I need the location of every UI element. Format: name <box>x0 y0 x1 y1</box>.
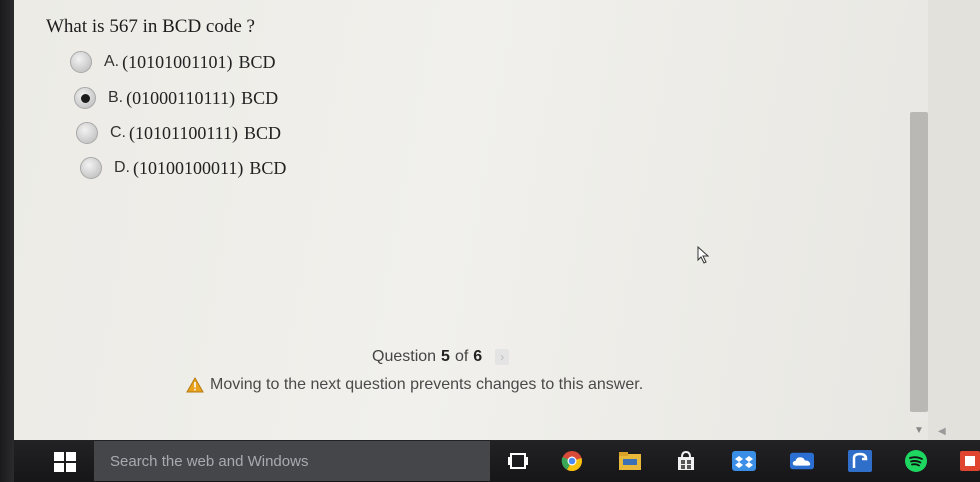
option-a-unit: BCD <box>238 51 276 72</box>
dropbox-icon[interactable] <box>732 450 756 472</box>
app-icon[interactable] <box>848 450 872 472</box>
right-panel <box>928 0 980 440</box>
option-c-radio[interactable] <box>76 122 98 144</box>
screen: What is 567 in BCD code ? A. (1010100110… <box>14 0 980 440</box>
search-input[interactable] <box>108 451 472 471</box>
chrome-icon[interactable] <box>560 450 584 472</box>
progress-of: of <box>454 348 469 365</box>
option-d-letter: D. <box>114 159 130 176</box>
option-b-radio[interactable] <box>74 87 96 109</box>
option-d-radio[interactable] <box>80 157 102 179</box>
option-a-letter: A. <box>104 53 120 70</box>
option-a-code: (10101001101) <box>122 51 233 72</box>
option-a-radio[interactable] <box>70 51 92 73</box>
office-icon[interactable] <box>960 450 980 472</box>
option-d-unit: BCD <box>249 157 287 178</box>
option-c-code: (10101100111) <box>129 122 238 143</box>
warning-icon <box>186 377 204 393</box>
taskbar-search-box[interactable] <box>94 441 490 481</box>
option-b[interactable]: B. (01000110111) BCD <box>74 84 278 112</box>
store-icon[interactable] <box>674 450 698 472</box>
warning-text: Moving to the next question prevents cha… <box>210 376 644 393</box>
option-b-unit: BCD <box>241 87 279 108</box>
question-text: What is 567 in BCD code ? <box>46 16 255 37</box>
option-c[interactable]: C. (10101100111) BCD <box>76 119 281 147</box>
option-d-code: (10100100011) <box>133 157 244 178</box>
onedrive-icon[interactable] <box>790 450 814 472</box>
option-d[interactable]: D. (10100100011) BCD <box>80 154 286 182</box>
file-explorer-icon[interactable] <box>618 450 642 472</box>
warning-message: Moving to the next question prevents cha… <box>186 376 643 394</box>
progress-label: Question <box>372 348 437 365</box>
progress-current: 5 <box>441 348 450 365</box>
windows-start-icon[interactable] <box>54 452 76 472</box>
mouse-cursor-icon <box>697 246 710 264</box>
scrollbar-thumb[interactable] <box>910 112 928 412</box>
monitor-bezel <box>0 0 14 482</box>
next-question-chevron-icon[interactable]: › <box>495 349 510 365</box>
option-b-code: (01000110111) <box>126 87 236 108</box>
option-c-unit: BCD <box>243 122 281 143</box>
scroll-left-arrow-icon[interactable]: ◀ <box>938 426 950 438</box>
question-progress: Question 5 of 6 › <box>372 348 510 366</box>
scroll-down-arrow-icon[interactable]: ▼ <box>912 424 926 438</box>
quiz-page: What is 567 in BCD code ? A. (1010100110… <box>14 0 910 440</box>
taskbar <box>14 440 980 482</box>
option-a[interactable]: A. (10101001101) BCD <box>70 48 275 76</box>
spotify-icon[interactable] <box>904 450 928 472</box>
progress-total: 6 <box>473 348 483 365</box>
option-c-letter: C. <box>110 124 126 141</box>
option-b-letter: B. <box>108 89 124 106</box>
task-view-icon[interactable] <box>506 450 530 472</box>
